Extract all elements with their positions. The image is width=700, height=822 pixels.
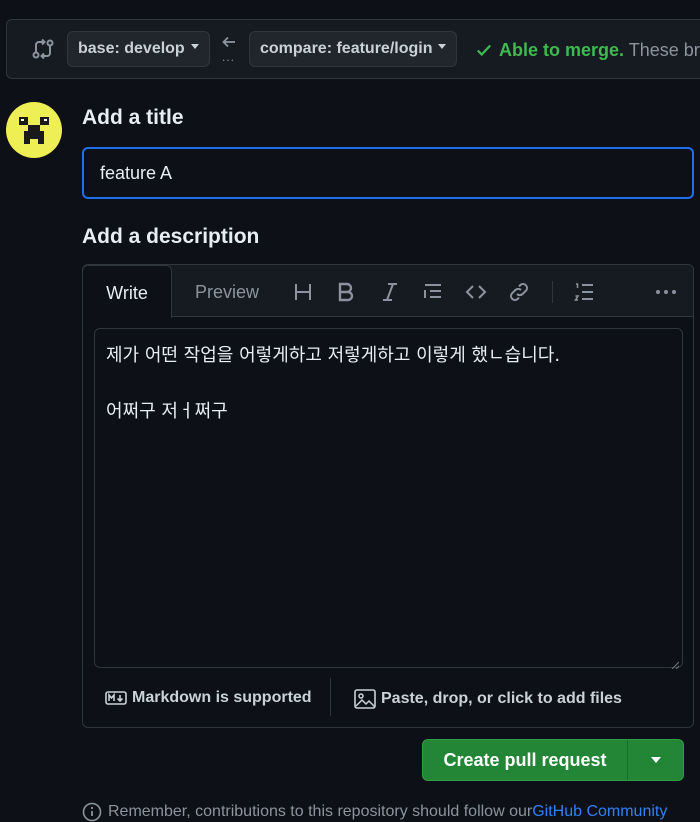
- markdown-icon: [105, 691, 127, 705]
- markdown-supported-link[interactable]: Markdown is supported: [105, 689, 312, 707]
- git-compare-icon: [31, 37, 55, 61]
- link-icon[interactable]: [508, 281, 530, 303]
- compare-branch-label: compare: feature/login: [260, 40, 433, 57]
- chevron-down-icon: [650, 757, 661, 763]
- description-line-1: 제가 어떤 작업을 어렇게하고 저렇게하고 이렇게 했ㄴ습니다.: [106, 345, 561, 366]
- image-icon: [354, 689, 376, 709]
- create-pull-request-group: Create pull request: [422, 739, 684, 781]
- tab-preview[interactable]: Preview: [195, 282, 259, 303]
- merge-status: Able to merge. These br: [475, 40, 700, 61]
- base-branch-label: base: develop: [78, 40, 185, 57]
- description-textarea[interactable]: 제가 어떤 작업을 어렇게하고 저렇게하고 이렇게 했ㄴ습니다. 어쩌구 저ㅓ쩌…: [94, 328, 683, 670]
- footer-divider: [330, 678, 331, 716]
- merge-status-rest: These br: [624, 40, 700, 60]
- avatar[interactable]: [6, 102, 62, 158]
- community-guidelines-link[interactable]: GitHub Community: [532, 803, 667, 821]
- heading-icon[interactable]: [292, 281, 314, 303]
- attach-note: Paste, drop, or click to add files: [381, 690, 622, 707]
- bold-icon[interactable]: [335, 281, 357, 303]
- description-line-3: 어쩌구 저ㅓ쩌구: [106, 401, 228, 422]
- base-branch-select[interactable]: base: develop: [67, 31, 210, 67]
- more-options-icon[interactable]: [655, 281, 677, 303]
- quote-icon[interactable]: [422, 281, 444, 303]
- title-input[interactable]: [82, 147, 694, 199]
- title-heading: Add a title: [82, 106, 184, 129]
- ellipsis: ...: [222, 50, 236, 64]
- markdown-note: Markdown is supported: [132, 689, 312, 706]
- check-icon: [477, 44, 492, 57]
- attach-files-button[interactable]: Paste, drop, or click to add files: [354, 689, 622, 709]
- ordered-list-icon[interactable]: [573, 281, 595, 303]
- toolbar-divider: [552, 281, 553, 303]
- resize-handle[interactable]: [671, 656, 680, 670]
- compare-bar: base: develop ... compare: feature/login…: [6, 19, 700, 79]
- create-pull-request-button[interactable]: Create pull request: [423, 740, 627, 780]
- creeper-face-icon: [19, 117, 49, 144]
- arrow-left-icon: [221, 34, 237, 50]
- description-heading: Add a description: [82, 225, 260, 248]
- merge-status-bold: Able to merge.: [499, 40, 625, 60]
- chevron-down-icon: [190, 43, 199, 49]
- chevron-down-icon: [438, 43, 447, 49]
- description-editor: Write Preview 제가 어떤 작업을 어렇게하고 저렇게하고 이렇게 …: [82, 264, 694, 728]
- compare-branch-select[interactable]: compare: feature/login: [249, 31, 458, 67]
- contribution-text: Remember, contributions to this reposito…: [108, 803, 533, 820]
- code-icon[interactable]: [465, 281, 487, 303]
- italic-icon[interactable]: [379, 281, 401, 303]
- contribution-note: Remember, contributions to this reposito…: [82, 802, 667, 822]
- create-options-dropdown[interactable]: [627, 740, 683, 780]
- tab-write[interactable]: Write: [83, 265, 172, 318]
- info-icon: [82, 802, 102, 822]
